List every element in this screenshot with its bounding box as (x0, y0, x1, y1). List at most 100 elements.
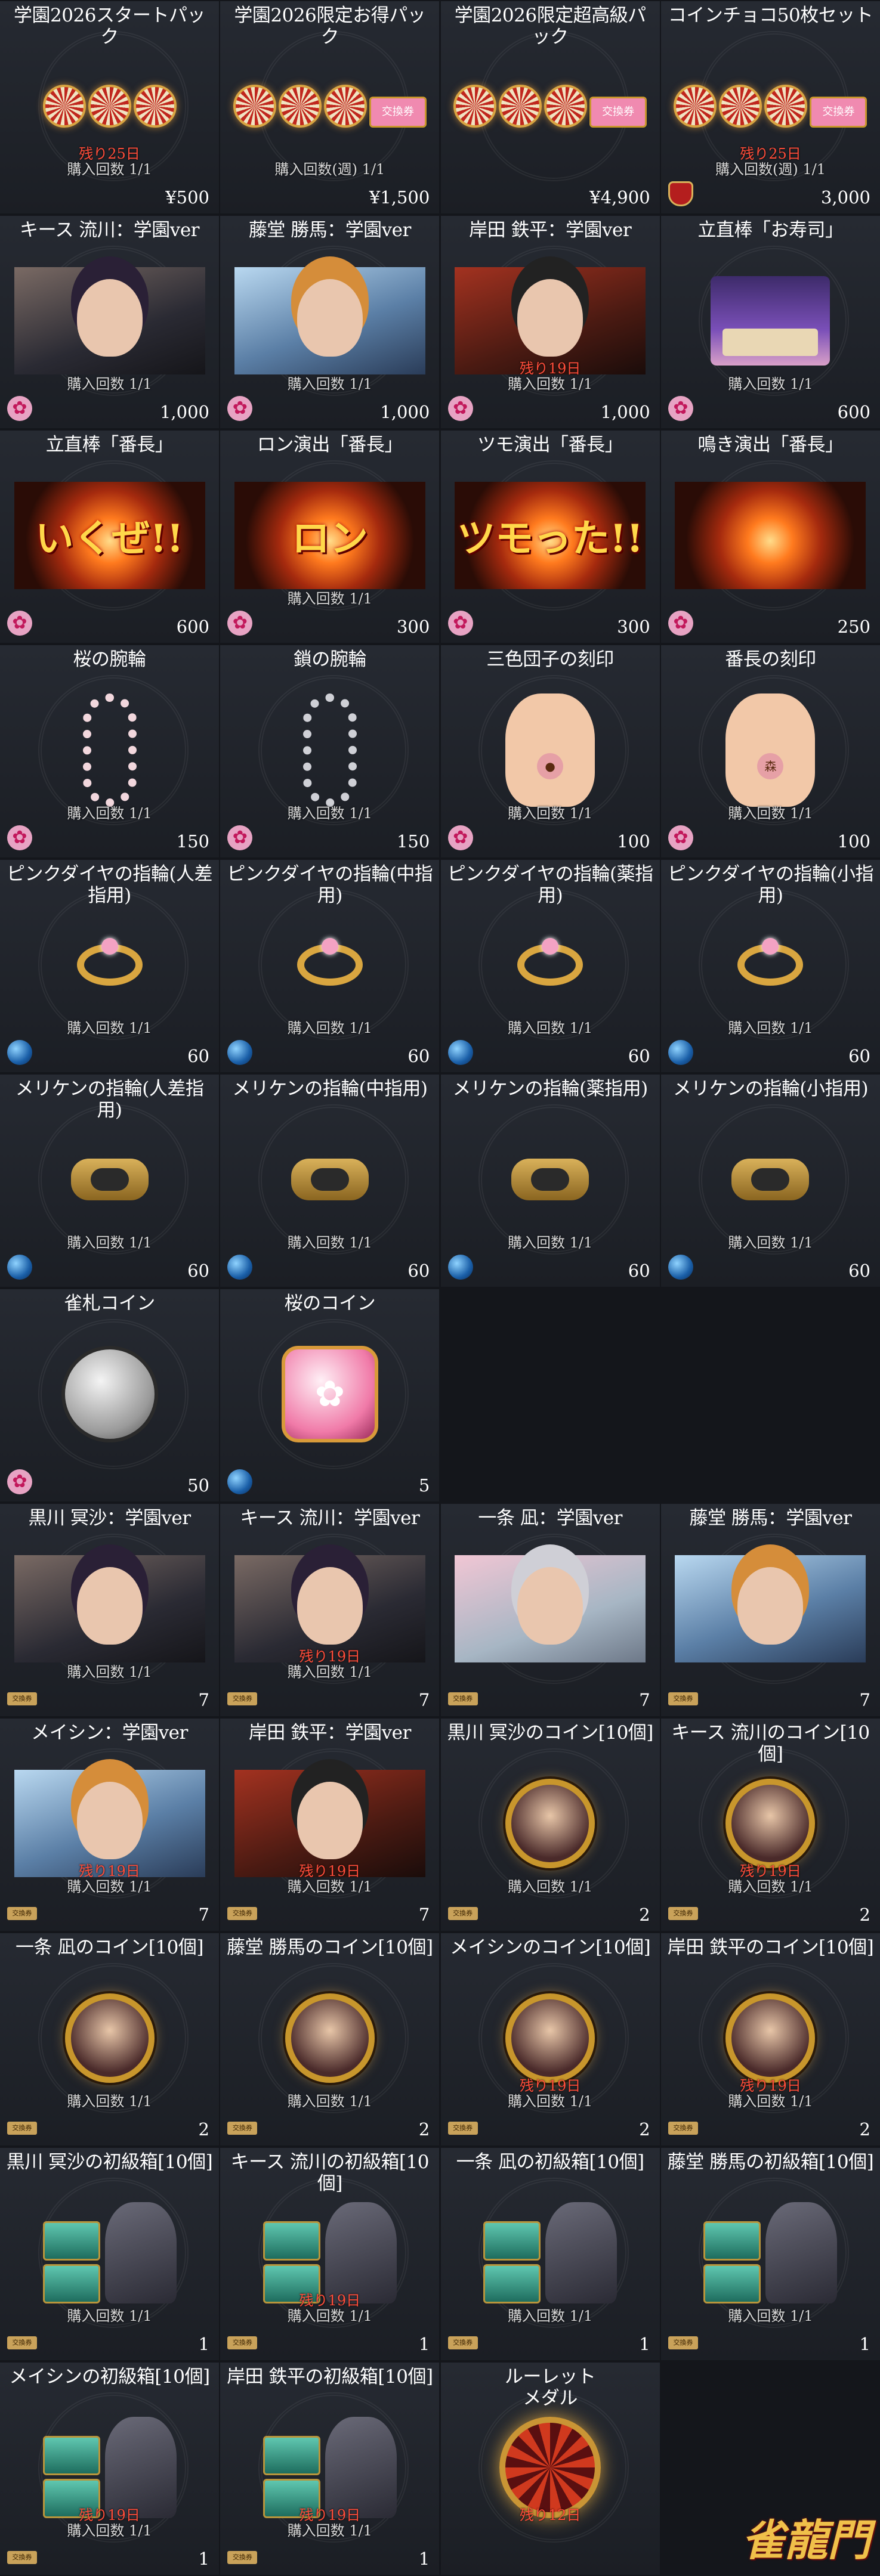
shop-item-card[interactable]: 鳴き演出「番長」 250 (660, 431, 880, 643)
shop-item-card[interactable]: 雀札コイン 50 (0, 1289, 219, 1501)
item-price: 300 (396, 617, 430, 637)
sakura-currency-icon (447, 396, 473, 421)
shop-item-card[interactable]: 三色団子の刻印 ● 購入回数 1/1 100 (440, 645, 660, 857)
item-title: メリケンの指輪(薬指用) (452, 1078, 649, 1100)
shop-item-card[interactable]: 一条 凪の初級箱[10個] 購入回数 1/1 交換券 1 (440, 2148, 660, 2360)
item-title: メリケンの指輪(小指用) (672, 1078, 869, 1100)
purchase-limit: 購入回数 1/1 (508, 376, 593, 392)
character-head (76, 1782, 143, 1859)
tattoo-mark: ● (537, 753, 564, 779)
shop-item-card[interactable]: 学園2026スタートパック 残り25日 購入回数 1/1 ¥500 (0, 1, 219, 213)
shop-item-card[interactable]: ピンクダイヤの指輪(小指用) 購入回数 1/1 60 (660, 860, 880, 1072)
shop-item-card[interactable]: メイシン：学園ver 残り19日 購入回数 1/1 交換券 7 (0, 1719, 219, 1931)
item-image (233, 693, 426, 807)
shop-item-card[interactable]: ツモ演出「番長」ツモった!! 300 (440, 431, 660, 643)
shop-item-card[interactable]: メリケンの指輪(中指用) 購入回数 1/1 60 (220, 1075, 440, 1287)
shop-item-card[interactable]: 桜の腕輪購入回数 1/1 150 (0, 645, 219, 857)
shop-item-card[interactable]: 岸田 鉄平の初級箱[10個] 残り19日 購入回数 1/1 交換券 1 (220, 2363, 440, 2575)
item-price: 60 (848, 1046, 870, 1066)
shop-item-card[interactable]: 藤堂 勝馬のコイン[10個] 購入回数 1/1 交換券 2 (220, 1933, 440, 2145)
gem-currency-icon (7, 1255, 32, 1280)
hand-tattoo-icon: 森 (725, 693, 816, 807)
character-portrait (234, 267, 425, 374)
shop-item-card[interactable]: 学園2026限定お得パック 交換券 購入回数(週) 1/1 ¥1,500 (220, 1, 440, 213)
item-title: 番長の刻印 (725, 649, 816, 670)
item-image: 森 (674, 693, 867, 807)
item-image (454, 2199, 647, 2306)
shop-item-card[interactable]: 桜のコイン ✿ 5 (220, 1289, 440, 1501)
gem-currency-icon (447, 1040, 473, 1065)
sakura-currency-icon (7, 611, 32, 636)
mahjong-disc-icon (233, 85, 276, 128)
sakura-currency-icon (668, 825, 693, 850)
ring-icon (297, 938, 363, 986)
item-image (454, 1770, 647, 1877)
shop-item-card[interactable]: 学園2026限定超高級パック 交換券 ¥4,900 (440, 1, 660, 213)
purchase-limit: 購入回数 1/1 (67, 2522, 152, 2539)
item-image: ロン (233, 482, 426, 589)
exchange-ticket-icon: 交換券 (7, 2336, 37, 2349)
item-price: 1 (418, 2334, 430, 2354)
empty-slot: 雀龍門 (661, 2363, 880, 2575)
purchase-limit: 購入回数 1/1 (67, 1234, 152, 1251)
shop-item-card[interactable]: メリケンの指輪(小指用) 購入回数 1/1 60 (660, 1075, 880, 1287)
shop-item-card[interactable]: 岸田 鉄平のコイン[10個] 残り19日 購入回数 1/1 交換券 2 (660, 1933, 880, 2145)
knuckle-ring-icon (291, 1159, 369, 1200)
shop-item-card[interactable]: 立直棒「お寿司」購入回数 1/1 600 (660, 216, 880, 428)
ring-icon (76, 938, 143, 986)
hand-tattoo-icon: ● (505, 693, 595, 807)
shop-item-grid: 学園2026スタートパック 残り25日 購入回数 1/1 ¥500 学園2026限定お得… (0, 0, 880, 2576)
item-image (454, 1555, 647, 1662)
shop-item-card[interactable]: ピンクダイヤの指輪(中指用) 購入回数 1/1 60 (220, 860, 440, 1072)
shop-item-card[interactable]: ルーレット メダル 残り12日 (440, 2363, 660, 2575)
item-title: ロン演出「番長」 (257, 434, 403, 456)
shop-item-card[interactable]: ピンクダイヤの指輪(人差指用) 購入回数 1/1 60 (0, 860, 219, 1072)
shop-item-card[interactable]: キース 流川：学園ver 残り19日 購入回数 1/1 交換券 7 (220, 1504, 440, 1716)
shop-item-card[interactable]: 黒川 冥沙のコイン[10個] 購入回数 1/1 交換券 2 (440, 1719, 660, 1931)
item-price: ¥4,900 (589, 187, 650, 208)
gem-currency-icon (668, 1255, 693, 1280)
knuckle-ring-icon (731, 1159, 810, 1200)
shop-item-card[interactable]: ロン演出「番長」ロン購入回数 1/1 300 (220, 431, 440, 643)
shop-item-card[interactable]: コインチョコ50枚セット 交換券 残り25日 購入回数(週) 1/1 3,000 (660, 1, 880, 213)
item-title: 学園2026限定超高級パック (454, 5, 646, 48)
character-coin-icon (505, 1993, 595, 2083)
shop-item-card[interactable]: メリケンの指輪(薬指用) 購入回数 1/1 60 (440, 1075, 660, 1287)
item-title: 一条 凪の初級箱[10個] (456, 2151, 645, 2173)
item-price: 2 (418, 2119, 430, 2140)
item-price: 250 (837, 617, 870, 637)
shop-item-card[interactable]: 一条 凪：学園ver 交換券 7 (440, 1504, 660, 1716)
purchase-limit: 購入回数 1/1 (287, 590, 372, 607)
exchange-ticket-icon: 交換券 (447, 1692, 478, 1705)
chests (703, 2221, 761, 2303)
shop-item-card[interactable]: 立直棒「番長」いくぜ!! 600 (0, 431, 219, 643)
shop-item-card[interactable]: メイシンのコイン[10個] 残り19日 購入回数 1/1 交換券 2 (440, 1933, 660, 2145)
shop-item-card[interactable]: キース 流川：学園ver 購入回数 1/1 1,000 (0, 216, 219, 428)
item-image: ツモった!! (454, 482, 647, 589)
shop-item-card[interactable]: 藤堂 勝馬の初級箱[10個] 購入回数 1/1 交換券 1 (660, 2148, 880, 2360)
sakura-currency-icon (7, 825, 32, 850)
shop-item-card[interactable]: 番長の刻印森購入回数 1/1 100 (660, 645, 880, 857)
shop-item-card[interactable]: 黒川 冥沙：学園ver 購入回数 1/1 交換券 7 (0, 1504, 219, 1716)
shop-item-card[interactable]: メリケンの指輪(人差指用) 購入回数 1/1 60 (0, 1075, 219, 1287)
shop-item-card[interactable]: 鎖の腕輪購入回数 1/1 150 (220, 645, 440, 857)
shop-item-card[interactable]: キース 流川の初級箱[10個] 残り19日 購入回数 1/1 交換券 1 (220, 2148, 440, 2360)
shop-item-card[interactable]: 藤堂 勝馬：学園ver 購入回数 1/1 1,000 (220, 216, 440, 428)
shop-item-card[interactable]: 藤堂 勝馬：学園ver 交換券 7 (660, 1504, 880, 1716)
shop-item-card[interactable]: 岸田 鉄平：学園ver 残り19日 購入回数 1/1 交換券 7 (220, 1719, 440, 1931)
exchange-ticket-icon: 交換券 (7, 1692, 37, 1705)
effect-preview: いくぜ!! (14, 482, 205, 589)
shop-item-card[interactable]: ピンクダイヤの指輪(薬指用) 購入回数 1/1 60 (440, 860, 660, 1072)
item-price: 7 (198, 1690, 209, 1710)
purchase-limit: 購入回数 1/1 (508, 2308, 593, 2324)
item-title: コインチョコ50枚セット (668, 5, 873, 26)
shop-item-card[interactable]: キース 流川のコイン[10個] 残り19日 購入回数 1/1 交換券 2 (660, 1719, 880, 1931)
item-image (233, 911, 426, 1018)
sakura-currency-icon (227, 396, 253, 421)
shop-item-card[interactable]: 黒川 冥沙の初級箱[10個] 購入回数 1/1 交換券 1 (0, 2148, 219, 2360)
purchase-limit: 購入回数 1/1 (287, 2093, 372, 2110)
shop-item-card[interactable]: メイシンの初級箱[10個] 残り19日 購入回数 1/1 交換券 1 (0, 2363, 219, 2575)
item-image (674, 2199, 867, 2306)
shop-item-card[interactable]: 岸田 鉄平：学園ver残り19日購入回数 1/11,000 (440, 216, 660, 428)
shop-item-card[interactable]: 一条 凪のコイン[10個] 購入回数 1/1 交換券 2 (0, 1933, 219, 2145)
